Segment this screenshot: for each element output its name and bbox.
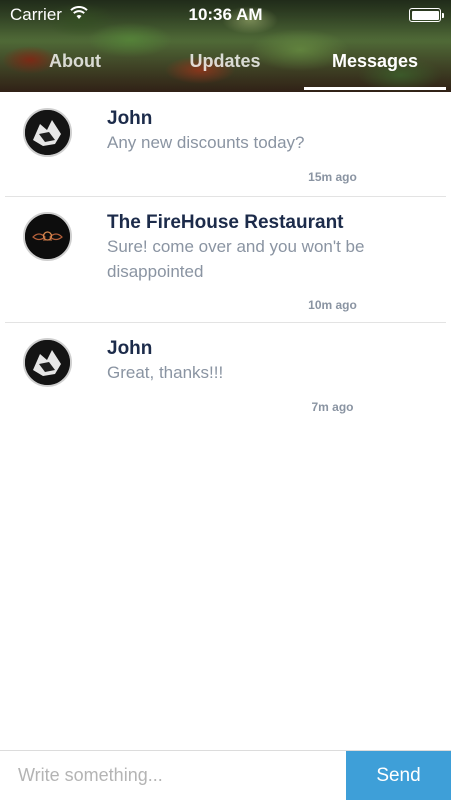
list-item[interactable]: John Any new discounts today? 15m ago <box>0 92 451 197</box>
compose-bar: Send <box>0 750 451 800</box>
message-text: Great, thanks!!! <box>107 363 224 382</box>
status-time: 10:36 AM <box>188 5 263 24</box>
message-sender: John <box>107 108 153 129</box>
list-item[interactable]: John Great, thanks!!! 7m ago <box>0 322 451 426</box>
list-item[interactable]: The FireHouse Restaurant Sure! come over… <box>0 196 451 323</box>
message-sender: The FireHouse Restaurant <box>107 212 344 233</box>
active-tab-indicator <box>304 87 446 90</box>
message-time: 10m ago <box>308 298 357 312</box>
avatar <box>23 338 72 387</box>
user-avatar-icon <box>25 340 70 385</box>
message-text: Sure! come over and you won't be disappo… <box>107 237 365 281</box>
avatar <box>23 108 72 157</box>
tab-updates[interactable]: Updates <box>155 46 295 90</box>
message-text: Any new discounts today? <box>107 133 305 152</box>
battery-icon <box>409 8 444 22</box>
restaurant-logo-icon <box>25 214 70 259</box>
tab-about[interactable]: About <box>5 46 145 90</box>
message-input[interactable] <box>0 751 346 800</box>
message-time: 15m ago <box>308 170 357 184</box>
avatar <box>23 212 72 261</box>
send-button[interactable]: Send <box>346 751 451 800</box>
tab-messages[interactable]: Messages <box>305 46 445 90</box>
status-bar: Carrier 10:36 AM <box>0 0 451 30</box>
tab-bar: About Updates Messages <box>0 46 451 90</box>
message-list: John Any new discounts today? 15m ago Th… <box>0 92 451 426</box>
message-sender: John <box>107 338 153 359</box>
user-avatar-icon <box>25 110 70 155</box>
message-time: 7m ago <box>311 400 354 414</box>
